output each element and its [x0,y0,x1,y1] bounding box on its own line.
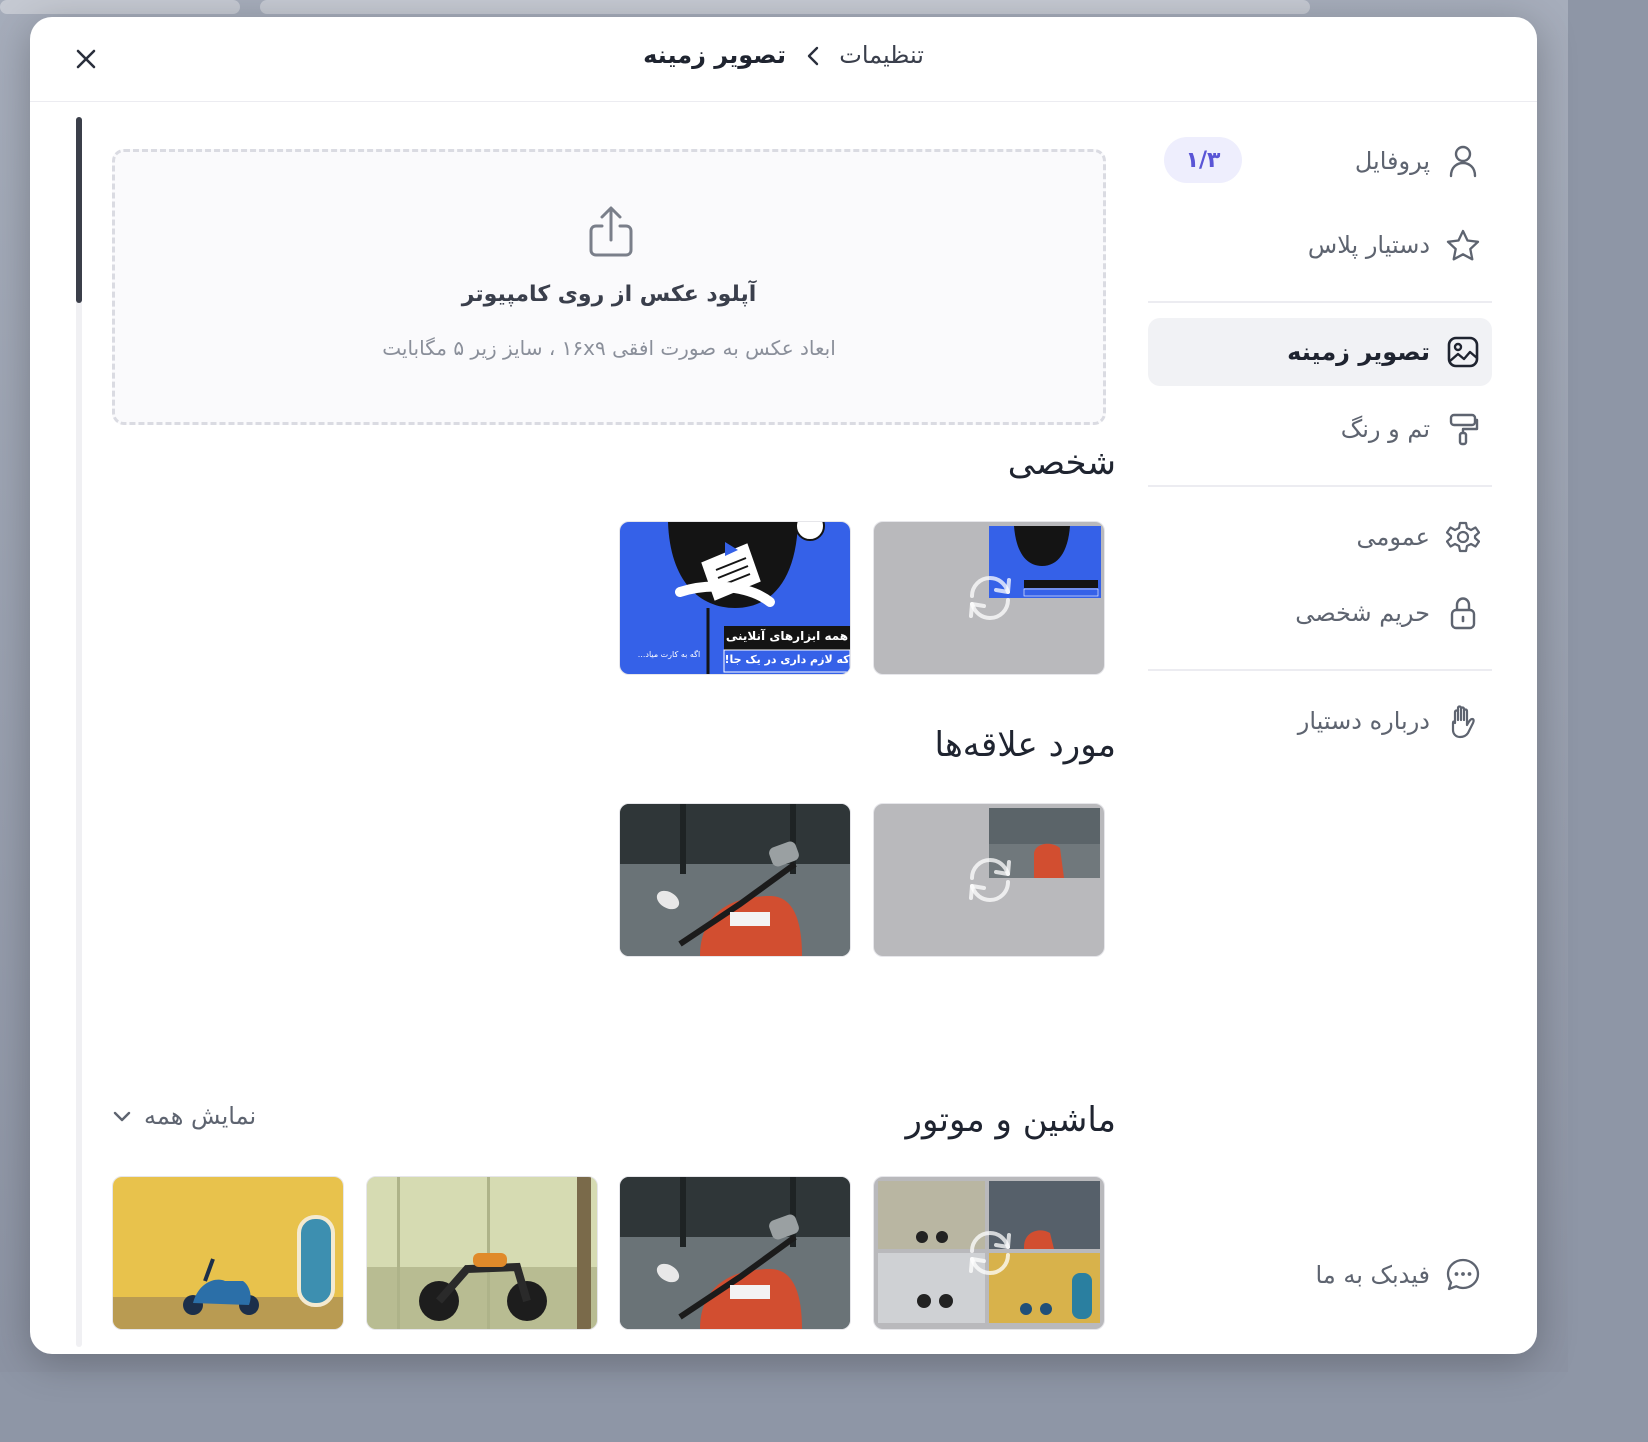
random-wallpaper-personal[interactable] [873,521,1105,675]
section-title-favorites: مورد علاقه‌ها [934,725,1117,765]
sidebar-item-privacy[interactable]: حریم شخصی [1148,579,1492,647]
sidebar-item-theme[interactable]: تم و رنگ [1148,395,1492,463]
refresh-icon [962,852,1018,908]
modal-header: تنظیمات تصویر زمینه [30,17,1537,102]
upload-title: آپلود عکس از روی کامپیوتر [461,282,757,307]
hand-icon [1444,702,1482,740]
wallpaper-thumb-red-scooter[interactable] [619,803,851,957]
bg-app-bar [0,0,240,14]
lock-icon [1444,594,1482,632]
sidebar-item-label: عمومی [1356,523,1430,551]
upload-icon [584,204,638,260]
wallpaper-thumb-blue-scooter[interactable] [112,1176,344,1330]
sidebar-item-plus[interactable]: دستیار پلاس [1148,211,1492,279]
scrollbar-thumb[interactable] [76,117,82,303]
promo-line-1: همه ابزارهای آنلاینی [725,629,849,643]
sidebar-divider [1148,485,1492,487]
section-title-personal: شخصی [1007,443,1116,483]
sidebar-item-wallpaper[interactable]: تصویر زمینه [1148,318,1492,386]
bg-app-bar [260,0,1310,14]
sidebar-item-label: تصویر زمینه [1287,338,1430,366]
upload-dropzone[interactable]: آپلود عکس از روی کامپیوتر ابعاد عکس به ص… [112,149,1106,425]
sidebar-item-about[interactable]: درباره دستیار [1148,687,1492,755]
paint-roller-icon [1444,410,1482,448]
sidebar-divider [1148,669,1492,671]
sidebar-item-label: دستیار پلاس [1307,231,1430,259]
profile-badge: ۱/۳ [1164,137,1242,183]
sidebar-item-label: پروفایل [1354,147,1430,175]
close-button[interactable] [70,43,102,75]
close-icon [75,48,97,70]
image-icon [1444,333,1482,371]
sidebar-item-general[interactable]: عمومی [1148,503,1492,571]
sidebar-item-label: درباره دستیار [1297,707,1430,735]
red-scooter-photo [620,804,850,956]
user-icon [1444,142,1482,180]
sidebar-item-profile[interactable]: پروفایل ۱/۳ [1148,127,1492,195]
chevron-left-icon [806,45,820,67]
gear-icon [1444,518,1482,556]
feedback-button[interactable]: فیدبک به ما [1316,1251,1492,1299]
red-scooter-photo [620,1177,850,1329]
motorcycle-photo [367,1177,597,1329]
blue-scooter-photo [113,1177,343,1329]
promo-line-2: که لازم داری در یک جا! [724,653,850,666]
wallpaper-content: آپلود عکس از روی کامپیوتر ابعاد عکس به ص… [76,117,1116,1354]
upload-hint: ابعاد عکس به صورت افقی ۱۶x۹ ، سایز زیر ۵… [382,336,836,360]
sidebar-item-label: تم و رنگ [1340,415,1430,443]
show-all-label: نمایش همه [144,1102,257,1130]
chevron-down-icon [112,1109,132,1123]
refresh-icon [962,1225,1018,1281]
chat-bubble-icon [1444,1256,1482,1294]
settings-sidebar: پروفایل ۱/۳ دستیار پلاس تصویر زمینه تم و… [1148,117,1492,1337]
feedback-label: فیدبک به ما [1315,1261,1430,1289]
settings-modal: تنظیمات تصویر زمینه پروفایل ۱/۳ دستیار پ… [30,17,1537,1354]
random-wallpaper-favorites[interactable] [873,803,1105,957]
star-icon [1444,226,1482,264]
wallpaper-thumb-motorcycle[interactable] [366,1176,598,1330]
wallpaper-thumb-red-scooter-2[interactable] [619,1176,851,1330]
refresh-icon [962,570,1018,626]
breadcrumb-current: تصویر زمینه [643,41,786,69]
random-wallpaper-cars-motors[interactable] [873,1176,1105,1330]
promo-small-text: اگه به کارت میاد... [637,650,701,659]
wallpaper-thumb-promo[interactable]: همه ابزارهای آنلاینی که لازم داری در یک … [619,521,851,675]
sidebar-divider [1148,301,1492,303]
scrollbar[interactable] [76,117,82,1347]
breadcrumb: تنظیمات تصویر زمینه [30,41,1537,69]
sidebar-item-label: حریم شخصی [1295,599,1430,627]
show-all-button[interactable]: نمایش همه [112,1102,256,1130]
breadcrumb-root[interactable]: تنظیمات [839,41,924,69]
